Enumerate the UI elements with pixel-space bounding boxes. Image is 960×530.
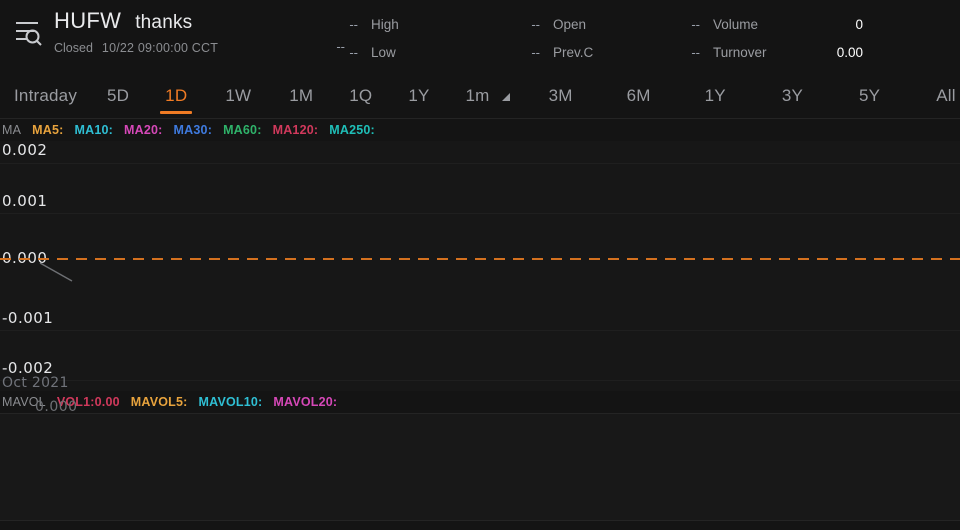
- quote-row-high: -- High: [300, 10, 399, 38]
- mavol-indicator-legend[interactable]: MAVOL VOL1:0.00 MAVOL5: MAVOL10: MAVOL20…: [0, 391, 960, 413]
- menu-search-icon[interactable]: [10, 16, 44, 54]
- quote-value-turnover-dash: --: [691, 44, 700, 60]
- tab-1m-minute-dropdown[interactable]: 1m: [464, 74, 513, 118]
- quote-row-low: -- Low: [300, 38, 399, 66]
- symbol-code: HUFW: [54, 8, 122, 33]
- tab-6m[interactable]: 6M: [625, 74, 653, 118]
- quote-row-open: -- Open: [500, 10, 593, 38]
- tab-5d[interactable]: 5D: [105, 74, 131, 118]
- quote-label-prevclose: Prev.C: [553, 44, 594, 60]
- period-tab-bar[interactable]: Intraday 5D 1D 1W 1M 1Q 1Y 1m 3M 6M 1Y 3…: [0, 74, 960, 118]
- tab-intraday[interactable]: Intraday: [12, 74, 79, 118]
- quote-row-volume: -- Volume 0: [660, 10, 863, 38]
- gridline-0.001: [0, 213, 960, 214]
- quote-value-high: --: [349, 16, 358, 32]
- quote-row-turnover: -- Turnover 0.00: [660, 38, 863, 66]
- ma-legend-ma30: MA30:: [173, 123, 213, 137]
- price-chart-pane[interactable]: 0.002 0.001 0.000 -0.001 -0.002 0.000 Oc…: [0, 141, 960, 415]
- x-axis-label-0: Oct 2021: [2, 375, 69, 391]
- quote-row-prevclose: -- Prev.C: [500, 38, 593, 66]
- gridline-0.002: [0, 163, 960, 164]
- bottom-spacer: [0, 521, 960, 530]
- volume-chart-pane[interactable]: [0, 413, 960, 521]
- symbol-name: thanks: [135, 12, 193, 33]
- gridline--0.002: [0, 380, 960, 381]
- mavol-legend-mavol5: MAVOL5:: [130, 395, 188, 409]
- quote-value-volume-dash: --: [691, 16, 700, 32]
- quote-column-open-prevclose: -- Open -- Prev.C: [500, 10, 593, 66]
- ma-legend-ma10: MA10:: [74, 123, 114, 137]
- y-axis-label-3: -0.001: [2, 309, 54, 327]
- y-axis-label-0: 0.002: [2, 141, 48, 159]
- quote-column-high-low: -- High -- Low: [300, 10, 399, 66]
- tab-5y[interactable]: 5Y: [857, 74, 882, 118]
- market-status: Closed: [54, 41, 93, 55]
- ma-indicator-legend[interactable]: MA MA5: MA10: MA20: MA30: MA60: MA120: M…: [0, 119, 960, 141]
- ma-legend-title: MA: [2, 123, 22, 137]
- zero-callout-leader: [39, 262, 73, 282]
- quote-number-turnover: 0.00: [836, 44, 863, 60]
- quote-number-volume: 0: [855, 16, 863, 32]
- ma-legend-ma20: MA20:: [124, 123, 163, 137]
- tab-all[interactable]: All: [934, 74, 958, 118]
- quote-title-block: HUFW thanks Closed 10/22 09:00:00 CCT: [54, 8, 218, 55]
- tab-3y[interactable]: 3Y: [780, 74, 805, 118]
- quote-label-turnover: Turnover: [713, 44, 767, 60]
- ma-legend-ma5: MA5:: [32, 123, 64, 137]
- quote-value-prevclose: --: [531, 44, 540, 60]
- tab-1m-month[interactable]: 1M: [287, 74, 315, 118]
- quote-label-volume: Volume: [713, 16, 759, 32]
- quote-label-open: Open: [553, 16, 587, 32]
- tab-1y-long[interactable]: 1Y: [703, 74, 728, 118]
- ma-legend-ma250: MA250:: [329, 123, 375, 137]
- quote-label-high: High: [371, 16, 399, 32]
- quote-column-volume-turnover: -- Volume 0 -- Turnover 0.00: [660, 10, 863, 66]
- tab-1q[interactable]: 1Q: [347, 74, 374, 118]
- gridline--0.001: [0, 330, 960, 331]
- quote-header: HUFW thanks Closed 10/22 09:00:00 CCT --…: [0, 0, 960, 74]
- stock-chart-app: HUFW thanks Closed 10/22 09:00:00 CCT --…: [0, 0, 960, 530]
- mavol-legend-mavol20: MAVOL20:: [273, 395, 338, 409]
- tab-1d[interactable]: 1D: [160, 74, 193, 118]
- quote-value-open: --: [531, 16, 540, 32]
- y-axis-label-1: 0.001: [2, 192, 48, 210]
- ma-legend-ma120: MA120:: [272, 123, 319, 137]
- tab-1w[interactable]: 1W: [223, 74, 253, 118]
- mavol-legend-mavol10: MAVOL10:: [198, 395, 263, 409]
- quote-label-low: Low: [371, 44, 396, 60]
- zero-reference-line: [0, 258, 960, 260]
- triangle-expand-icon: [500, 91, 511, 102]
- ma-legend-ma60: MA60:: [223, 123, 262, 137]
- tab-1y[interactable]: 1Y: [406, 74, 431, 118]
- price-placeholder: --: [336, 39, 345, 54]
- quote-timestamp: 10/22 09:00:00 CCT: [101, 41, 219, 55]
- active-tab-underline: [160, 111, 193, 114]
- tab-3m[interactable]: 3M: [547, 74, 575, 118]
